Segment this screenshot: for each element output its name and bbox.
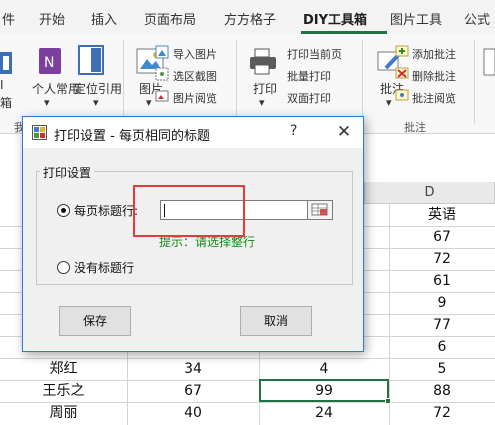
chevron-down-icon: ▾: [44, 96, 50, 109]
locate-reference-button[interactable]: 定位引用: [74, 80, 122, 97]
tab-home[interactable]: 开始: [39, 9, 65, 28]
radio-title-row[interactable]: [57, 204, 70, 217]
title-row-input[interactable]: [160, 200, 307, 220]
range-picker-button[interactable]: [307, 200, 333, 220]
text-caret: [164, 204, 165, 217]
cell-name[interactable]: 周丽: [0, 403, 127, 424]
selected-cell-outline: [259, 379, 389, 402]
partial-tool-icon[interactable]: [482, 47, 495, 77]
radio-title-row-label[interactable]: 每页标题行:: [74, 202, 138, 219]
cell-d[interactable]: 88: [389, 381, 495, 402]
browse-comment-icon: [395, 89, 409, 101]
group-divider: [236, 40, 237, 124]
tab-insert[interactable]: 插入: [91, 9, 117, 28]
import-picture-icon: [155, 45, 169, 59]
print-settings-dialog: 打印设置 - 每页相同的标题 ? ✕ 打印设置 每页标题行: 提示：请选择整行 …: [22, 116, 364, 352]
onenote-icon[interactable]: N: [37, 46, 65, 76]
cell-b[interactable]: 34: [127, 359, 259, 380]
close-button[interactable]: ✕: [329, 120, 359, 144]
ribbon-tab-bar: 件 开始 插入 页面布局 方方格子 DIY工具箱 图片工具 公式: [0, 0, 495, 34]
range-picker-icon: [311, 203, 328, 216]
partial-label-bottom: 箱: [0, 96, 13, 110]
excel-app-icon: [32, 125, 47, 140]
radio-no-title-label[interactable]: 没有标题行: [74, 259, 134, 276]
delete-comment-icon: [395, 67, 409, 79]
chevron-down-icon: ▾: [259, 96, 265, 109]
picture-browse-icon: [155, 90, 169, 102]
cell-d[interactable]: 67: [389, 227, 495, 248]
duplex-print-button[interactable]: 双面打印: [287, 90, 331, 106]
personal-common-button[interactable]: 个人常用: [32, 80, 80, 97]
partial-label-top: I: [0, 78, 4, 92]
browse-comment-button[interactable]: 批注阅览: [412, 90, 456, 106]
tab-fangfang[interactable]: 方方格子: [224, 9, 276, 28]
cell-d[interactable]: 61: [389, 271, 495, 292]
cell-d[interactable]: 5: [389, 359, 495, 380]
cancel-button[interactable]: 取消: [240, 306, 312, 336]
cell-b[interactable]: 67: [127, 381, 259, 402]
dialog-titlebar[interactable]: 打印设置 - 每页相同的标题 ? ✕: [23, 117, 363, 148]
chevron-down-icon: ▾: [93, 96, 99, 109]
help-button[interactable]: ?: [290, 123, 297, 139]
tab-picture-tools[interactable]: 图片工具: [390, 9, 442, 28]
tab-page-layout[interactable]: 页面布局: [144, 9, 196, 28]
fill-handle[interactable]: [385, 398, 391, 404]
import-picture-button[interactable]: 导入图片: [173, 46, 217, 62]
chevron-down-icon: ▾: [386, 96, 392, 109]
tab-formulas[interactable]: 公式: [464, 9, 490, 28]
cell-d-header[interactable]: 英语: [389, 205, 495, 226]
tool-icon[interactable]: [0, 50, 14, 78]
group-divider: [362, 40, 363, 124]
delete-comment-button[interactable]: 删除批注: [412, 68, 456, 84]
cell-name[interactable]: 郑红: [0, 359, 127, 380]
svg-text:N: N: [44, 55, 54, 71]
cell-name[interactable]: 王乐之: [0, 381, 127, 402]
cell-d[interactable]: 6: [389, 337, 495, 358]
cell-c[interactable]: 24: [259, 403, 389, 424]
add-comment-icon: [395, 45, 409, 57]
picture-browse-button[interactable]: 图片阅览: [173, 90, 217, 106]
column-header-d[interactable]: D: [364, 182, 495, 204]
cell-b[interactable]: 40: [127, 403, 259, 424]
group-divider: [474, 40, 475, 124]
cell-d[interactable]: 77: [389, 315, 495, 336]
cell-d[interactable]: 72: [389, 249, 495, 270]
print-button[interactable]: 打印: [253, 80, 277, 97]
tab-file[interactable]: 件: [2, 9, 15, 28]
group-title: 打印设置: [40, 164, 95, 181]
add-comment-button[interactable]: 添加批注: [412, 46, 456, 62]
group-label-comment: 批注: [404, 121, 426, 134]
cell-c[interactable]: 4: [259, 359, 389, 380]
locate-reference-icon[interactable]: [77, 44, 107, 76]
radio-selected-dot: [61, 208, 66, 213]
selection-screenshot-button[interactable]: 选区截图: [173, 68, 217, 84]
chevron-down-icon: ▾: [146, 96, 152, 109]
dialog-title: 打印设置 - 每页相同的标题: [54, 129, 210, 144]
cell-d[interactable]: 72: [389, 403, 495, 424]
save-button[interactable]: 保存: [59, 306, 131, 336]
tab-diy-toolbox[interactable]: DIY工具箱: [303, 9, 367, 28]
printer-icon[interactable]: [248, 47, 278, 77]
print-current-page-button[interactable]: 打印当前页: [287, 46, 342, 62]
screenshot-icon: [155, 67, 169, 81]
cell-d[interactable]: 9: [389, 293, 495, 314]
group-divider: [123, 40, 124, 124]
batch-print-button[interactable]: 批量打印: [287, 68, 331, 84]
select-row-hint: 提示：请选择整行: [159, 235, 256, 249]
radio-no-title[interactable]: [57, 261, 70, 274]
